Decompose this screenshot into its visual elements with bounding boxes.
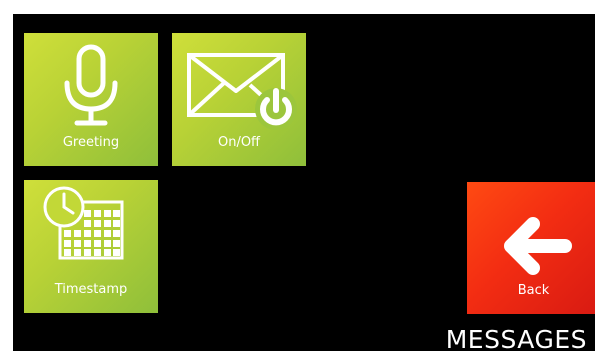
back-button[interactable]: Back — [467, 182, 595, 314]
greeting-label: Greeting — [62, 135, 120, 150]
timestamp-button[interactable]: Timestamp — [24, 180, 158, 313]
envelope-power-icon — [172, 33, 306, 133]
timestamp-label: Timestamp — [54, 282, 128, 297]
messages-screen: Greeting On/Off Timestamp Back MESSAGES — [13, 14, 595, 351]
on-off-label: On/Off — [217, 135, 261, 150]
back-label: Back — [517, 283, 550, 298]
microphone-icon — [24, 33, 158, 133]
on-off-button[interactable]: On/Off — [172, 33, 306, 166]
arrow-left-icon — [467, 182, 595, 282]
screen-title: MESSAGES — [445, 325, 587, 351]
clock-calendar-icon — [24, 180, 158, 280]
greeting-button[interactable]: Greeting — [24, 33, 158, 166]
